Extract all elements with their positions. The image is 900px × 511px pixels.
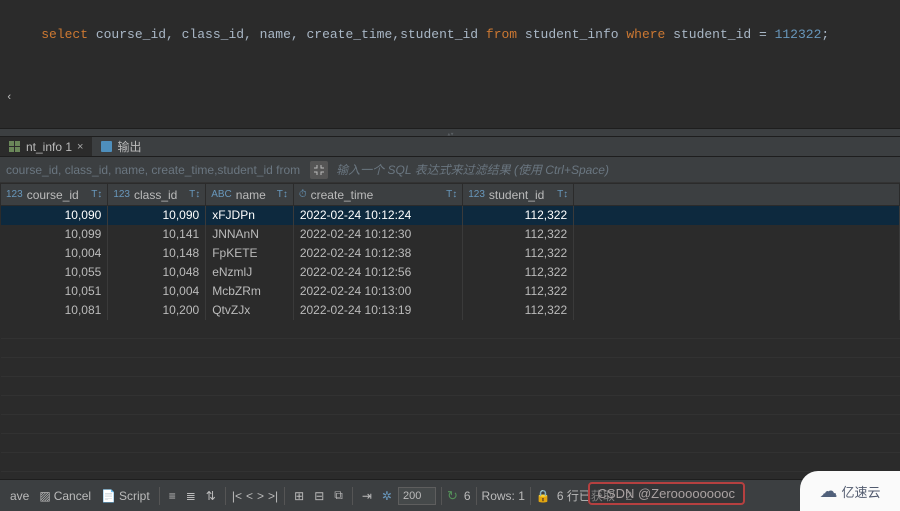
gear-icon[interactable]: ✲: [378, 487, 396, 505]
sort-indicator-icon: T↕: [446, 189, 457, 200]
type-icon: ABC: [211, 189, 232, 200]
script-icon: 📄: [101, 489, 116, 503]
csdn-watermark: CSDN @Zerooooooooc: [588, 482, 745, 505]
tab-output[interactable]: 输出: [92, 137, 150, 156]
tab-result[interactable]: nt_info 1 ×: [0, 137, 92, 156]
format-left-icon[interactable]: ≡: [165, 487, 180, 505]
cancel-icon: ▨: [39, 489, 50, 503]
sort-indicator-icon: T↕: [91, 189, 102, 200]
table-row[interactable]: 10,05510,048eNzmlJ2022-02-24 10:12:56112…: [1, 263, 900, 282]
column-header-class_id[interactable]: 123class_idT↕: [108, 184, 206, 206]
save-button[interactable]: ave: [6, 487, 33, 505]
column-header-create_time[interactable]: ⏱create_timeT↕: [293, 184, 462, 206]
table-row: [1, 339, 900, 358]
nav-first-icon[interactable]: |<: [231, 489, 243, 503]
type-icon: 123: [468, 189, 485, 200]
column-header-name[interactable]: ABCnameT↕: [206, 184, 294, 206]
table-row: [1, 453, 900, 472]
status-bar: ave ▨Cancel 📄Script ≡ ≣ ⇅ |< < > >| ⊞ ⊟ …: [0, 479, 900, 511]
table-row[interactable]: 10,09910,141JNNAnN2022-02-24 10:12:30112…: [1, 225, 900, 244]
sort-indicator-icon: T↕: [557, 189, 568, 200]
close-icon[interactable]: ×: [77, 141, 83, 153]
refresh-icon[interactable]: ↻: [447, 488, 458, 504]
table-row: [1, 377, 900, 396]
kw-select: select: [41, 27, 88, 42]
cancel-button[interactable]: ▨Cancel: [35, 487, 95, 505]
table-row[interactable]: 10,00410,148FpKETE2022-02-24 10:12:38112…: [1, 244, 900, 263]
expand-icon[interactable]: [310, 161, 328, 179]
script-button[interactable]: 📄Script: [97, 487, 154, 505]
filter-bar: course_id, class_id, name, create_time,s…: [0, 157, 900, 183]
add-row-icon[interactable]: ⊞: [290, 487, 308, 505]
table-row[interactable]: 10,05110,004McbZRm2022-02-24 10:13:00112…: [1, 282, 900, 301]
table-row: [1, 320, 900, 339]
table-row: [1, 434, 900, 453]
sort-indicator-icon: T↕: [189, 189, 200, 200]
result-tabs: nt_info 1 × 输出: [0, 137, 900, 157]
format-right-icon[interactable]: ≣: [182, 487, 200, 505]
table-row[interactable]: 10,09010,090xFJDPn2022-02-24 10:12:24112…: [1, 206, 900, 225]
column-header-student_id[interactable]: 123student_idT↕: [463, 184, 574, 206]
table-row: [1, 358, 900, 377]
pane-splitter[interactable]: ▴▾: [0, 128, 900, 137]
tab-output-label: 输出: [117, 138, 141, 155]
dup-row-icon[interactable]: ⧉: [330, 486, 347, 505]
chevron-left-icon[interactable]: ‹: [6, 91, 13, 106]
table-row: [1, 415, 900, 434]
lock-icon: 🔒: [536, 489, 551, 503]
nav-next-icon[interactable]: >: [256, 489, 265, 503]
rows-label: Rows: 1: [482, 489, 525, 503]
table-row[interactable]: 10,08110,200QtvZJx2022-02-24 10:13:19112…: [1, 301, 900, 320]
page-size-input[interactable]: [398, 487, 436, 505]
sql-preview: course_id, class_id, name, create_time,s…: [0, 163, 306, 177]
grid-icon: [9, 141, 21, 153]
filter-input[interactable]: 输入一个 SQL 表达式来过滤结果 (使用 Ctrl+Space): [332, 161, 900, 178]
table-row: [1, 396, 900, 415]
refresh-count: 6: [460, 489, 471, 503]
sort-icon[interactable]: ⇅: [202, 487, 220, 505]
nav-last-icon[interactable]: >|: [267, 489, 279, 503]
output-icon: [101, 141, 112, 152]
cloud-icon: ☁: [819, 481, 837, 502]
nav-prev-icon[interactable]: <: [245, 489, 254, 503]
delete-row-icon[interactable]: ⊟: [310, 487, 328, 505]
results-grid: 123course_idT↕123class_idT↕ABCnameT↕⏱cre…: [0, 183, 900, 479]
kw-from: from: [486, 27, 517, 42]
type-icon: 123: [113, 189, 130, 200]
tab-result-label: nt_info 1: [26, 140, 72, 154]
export-icon[interactable]: ⇥: [358, 487, 376, 505]
type-icon: ⏱: [299, 189, 307, 200]
brand-badge: ☁ 亿速云: [800, 471, 900, 511]
sort-indicator-icon: T↕: [277, 189, 288, 200]
kw-where: where: [626, 27, 665, 42]
type-icon: 123: [6, 189, 23, 200]
column-header-course_id[interactable]: 123course_idT↕: [1, 184, 108, 206]
sql-editor[interactable]: select course_id, class_id, name, create…: [0, 0, 900, 122]
table-row: [1, 472, 900, 480]
